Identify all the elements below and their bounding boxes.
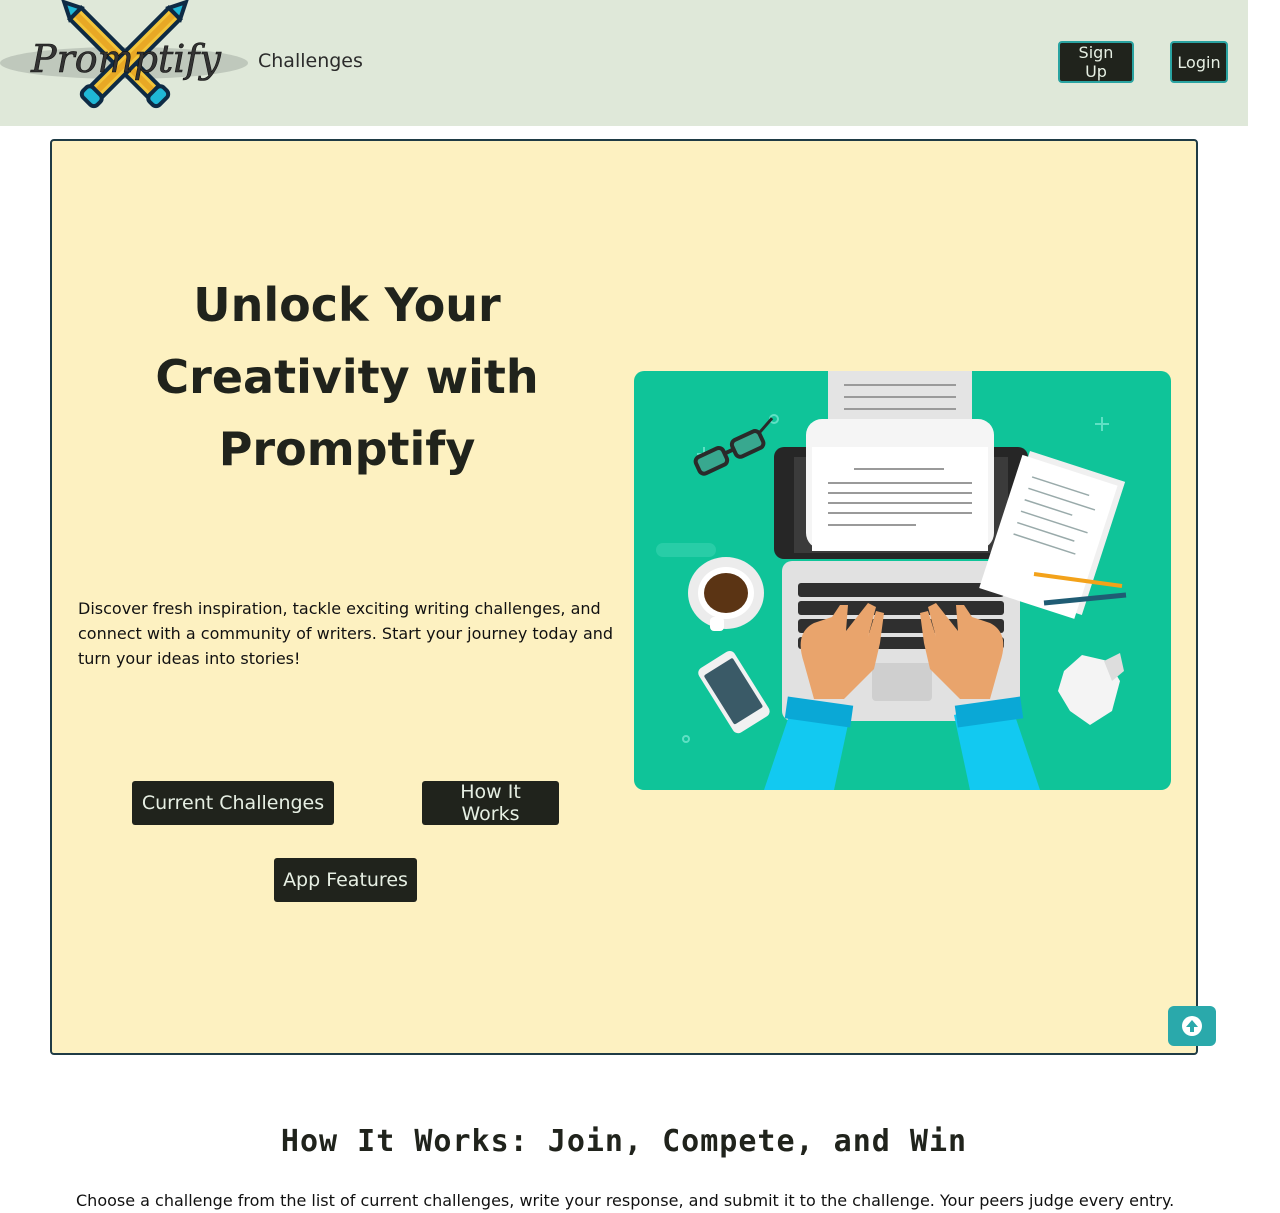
hero-title: Unlock Your Creativity with Promptify — [155, 278, 539, 476]
nav-link-challenges[interactable]: Challenges — [258, 50, 363, 72]
hero-section: Unlock Your Creativity with Promptify Di… — [50, 139, 1198, 1055]
arrow-up-circle-icon — [1182, 1016, 1202, 1036]
navbar: Promptify Challenges Sign Up Login — [0, 0, 1248, 126]
hero-description: Discover fresh inspiration, tackle excit… — [78, 599, 614, 668]
how-it-works-button[interactable]: How It Works — [422, 781, 559, 825]
how-it-works-title: How It Works: Join, Compete, and Win — [280, 1124, 968, 1159]
login-button[interactable]: Login — [1170, 41, 1228, 83]
current-challenges-button[interactable]: Current Challenges — [132, 781, 334, 825]
signup-button[interactable]: Sign Up — [1058, 41, 1134, 83]
app-features-button[interactable]: App Features — [274, 858, 417, 902]
how-it-works-intro: Choose a challenge from the list of curr… — [76, 1191, 1175, 1210]
promptify-logo[interactable]: Promptify — [0, 0, 250, 126]
scroll-to-top-button[interactable] — [1168, 1006, 1216, 1046]
logo-wordmark: Promptify — [30, 37, 221, 81]
writer-laptop-illustration — [634, 371, 1171, 790]
